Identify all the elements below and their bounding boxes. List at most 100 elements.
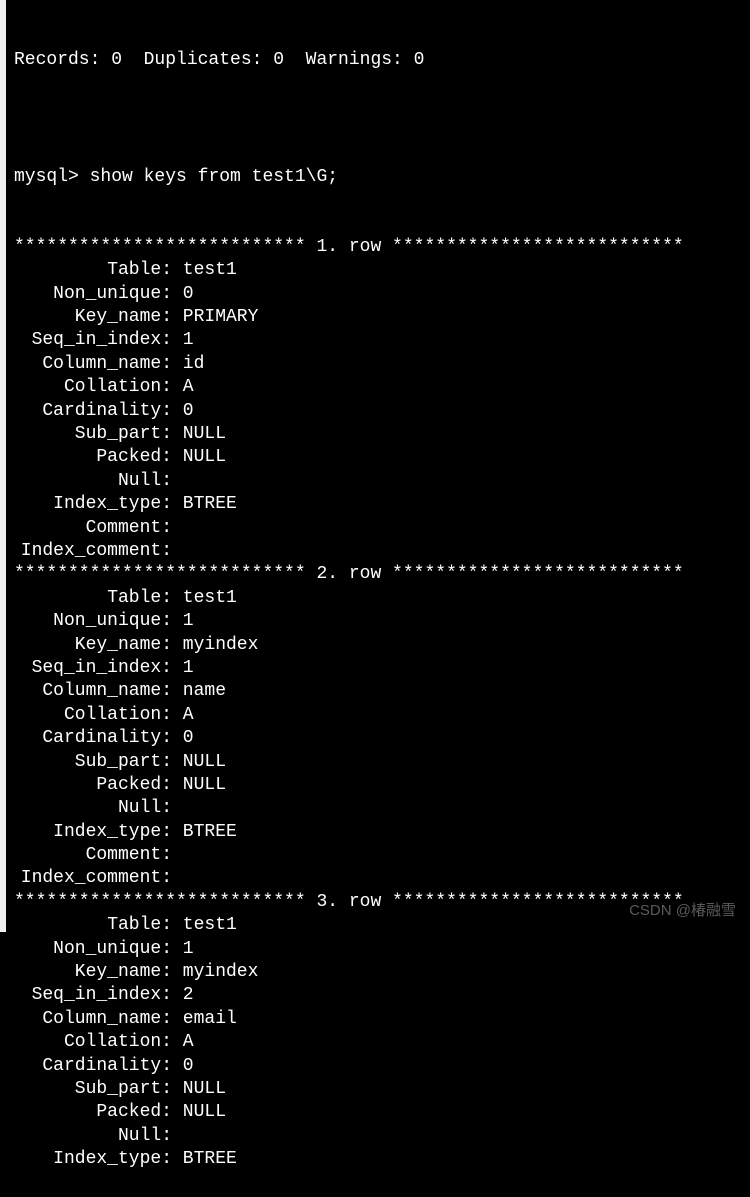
field-value xyxy=(172,540,183,563)
field-value: NULL xyxy=(172,751,226,774)
field-label: Index_type: xyxy=(14,493,172,516)
field-value: A xyxy=(172,376,194,399)
field-value: 1 xyxy=(172,610,194,633)
field-label: Table: xyxy=(14,914,172,937)
field-label: Sub_part: xyxy=(14,423,172,446)
field-row: Index_type: BTREE xyxy=(14,493,742,516)
field-row: Key_name: myindex xyxy=(14,634,742,657)
field-row: Index_comment: xyxy=(14,867,742,890)
field-row: Table: test1 xyxy=(14,259,742,282)
field-value xyxy=(172,797,183,820)
field-value: test1 xyxy=(172,914,237,937)
field-row: Key_name: PRIMARY xyxy=(14,306,742,329)
field-value: test1 xyxy=(172,587,237,610)
field-label: Column_name: xyxy=(14,680,172,703)
field-label: Non_unique: xyxy=(14,283,172,306)
field-label: Cardinality: xyxy=(14,1055,172,1078)
field-label: Table: xyxy=(14,259,172,282)
field-value: BTREE xyxy=(172,821,237,844)
field-row: Packed: NULL xyxy=(14,446,742,469)
field-value: NULL xyxy=(172,446,226,469)
field-value xyxy=(172,1125,183,1148)
field-value: A xyxy=(172,704,194,727)
field-value: NULL xyxy=(172,774,226,797)
mysql-prompt: mysql> xyxy=(14,167,90,187)
field-row: Collation: A xyxy=(14,704,742,727)
field-value: 2 xyxy=(172,984,194,1007)
field-row: Null: xyxy=(14,1125,742,1148)
field-row: Comment: xyxy=(14,517,742,540)
field-row: Index_comment: xyxy=(14,540,742,563)
field-value: PRIMARY xyxy=(172,306,258,329)
field-label: Index_comment: xyxy=(14,540,172,563)
field-label: Null: xyxy=(14,797,172,820)
field-label: Seq_in_index: xyxy=(14,329,172,352)
field-label: Null: xyxy=(14,470,172,493)
field-value: 1 xyxy=(172,329,194,352)
field-row: Column_name: id xyxy=(14,353,742,376)
field-value: name xyxy=(172,680,226,703)
field-value xyxy=(172,844,183,867)
field-value: NULL xyxy=(172,1101,226,1124)
field-label: Non_unique: xyxy=(14,938,172,961)
field-label: Comment: xyxy=(14,844,172,867)
field-row: Sub_part: NULL xyxy=(14,751,742,774)
field-label: Key_name: xyxy=(14,961,172,984)
field-row: Null: xyxy=(14,470,742,493)
field-value: 0 xyxy=(172,727,194,750)
field-value: NULL xyxy=(172,423,226,446)
field-value: email xyxy=(172,1008,237,1031)
field-row: Seq_in_index: 2 xyxy=(14,984,742,1007)
field-value: 1 xyxy=(172,657,194,680)
field-row: Non_unique: 0 xyxy=(14,283,742,306)
field-label: Non_unique: xyxy=(14,610,172,633)
field-row: Key_name: myindex xyxy=(14,961,742,984)
sql-command: show keys from test1\G; xyxy=(90,167,338,187)
csdn-watermark: CSDN @椿融雪 xyxy=(629,901,736,921)
field-row: Seq_in_index: 1 xyxy=(14,657,742,680)
field-label: Packed: xyxy=(14,446,172,469)
field-row: Non_unique: 1 xyxy=(14,938,742,961)
field-label: Index_comment: xyxy=(14,867,172,890)
field-value: 0 xyxy=(172,283,194,306)
field-row: Index_type: BTREE xyxy=(14,1148,742,1171)
field-label: Sub_part: xyxy=(14,1078,172,1101)
field-value: test1 xyxy=(172,259,237,282)
field-label: Collation: xyxy=(14,376,172,399)
field-value: BTREE xyxy=(172,1148,237,1171)
field-value xyxy=(172,470,183,493)
field-value: 1 xyxy=(172,938,194,961)
records-status-line: Records: 0 Duplicates: 0 Warnings: 0 xyxy=(14,49,742,72)
field-label: Cardinality: xyxy=(14,400,172,423)
field-row: Seq_in_index: 1 xyxy=(14,329,742,352)
field-label: Key_name: xyxy=(14,634,172,657)
field-row: Non_unique: 1 xyxy=(14,610,742,633)
field-value: myindex xyxy=(172,634,258,657)
field-row: Packed: NULL xyxy=(14,1101,742,1124)
command-line: mysql> show keys from test1\G; xyxy=(14,166,742,189)
field-row: Cardinality: 0 xyxy=(14,400,742,423)
field-row: Index_type: BTREE xyxy=(14,821,742,844)
field-row: Table: test1 xyxy=(14,587,742,610)
field-row: Cardinality: 0 xyxy=(14,727,742,750)
terminal-output[interactable]: Records: 0 Duplicates: 0 Warnings: 0 mys… xyxy=(6,0,750,1197)
row-separator: *************************** 1. row *****… xyxy=(14,236,742,259)
field-row: Column_name: name xyxy=(14,680,742,703)
field-label: Column_name: xyxy=(14,1008,172,1031)
field-label: Null: xyxy=(14,1125,172,1148)
field-value xyxy=(172,867,183,890)
field-row: Sub_part: NULL xyxy=(14,423,742,446)
field-label: Index_type: xyxy=(14,821,172,844)
field-label: Index_type: xyxy=(14,1148,172,1171)
field-label: Sub_part: xyxy=(14,751,172,774)
field-label: Table: xyxy=(14,587,172,610)
field-value: myindex xyxy=(172,961,258,984)
field-label: Packed: xyxy=(14,774,172,797)
field-value: NULL xyxy=(172,1078,226,1101)
field-value: A xyxy=(172,1031,194,1054)
field-row: Collation: A xyxy=(14,376,742,399)
field-value: id xyxy=(172,353,204,376)
result-rows: *************************** 1. row *****… xyxy=(14,236,742,1172)
field-value xyxy=(172,517,183,540)
field-row: Collation: A xyxy=(14,1031,742,1054)
